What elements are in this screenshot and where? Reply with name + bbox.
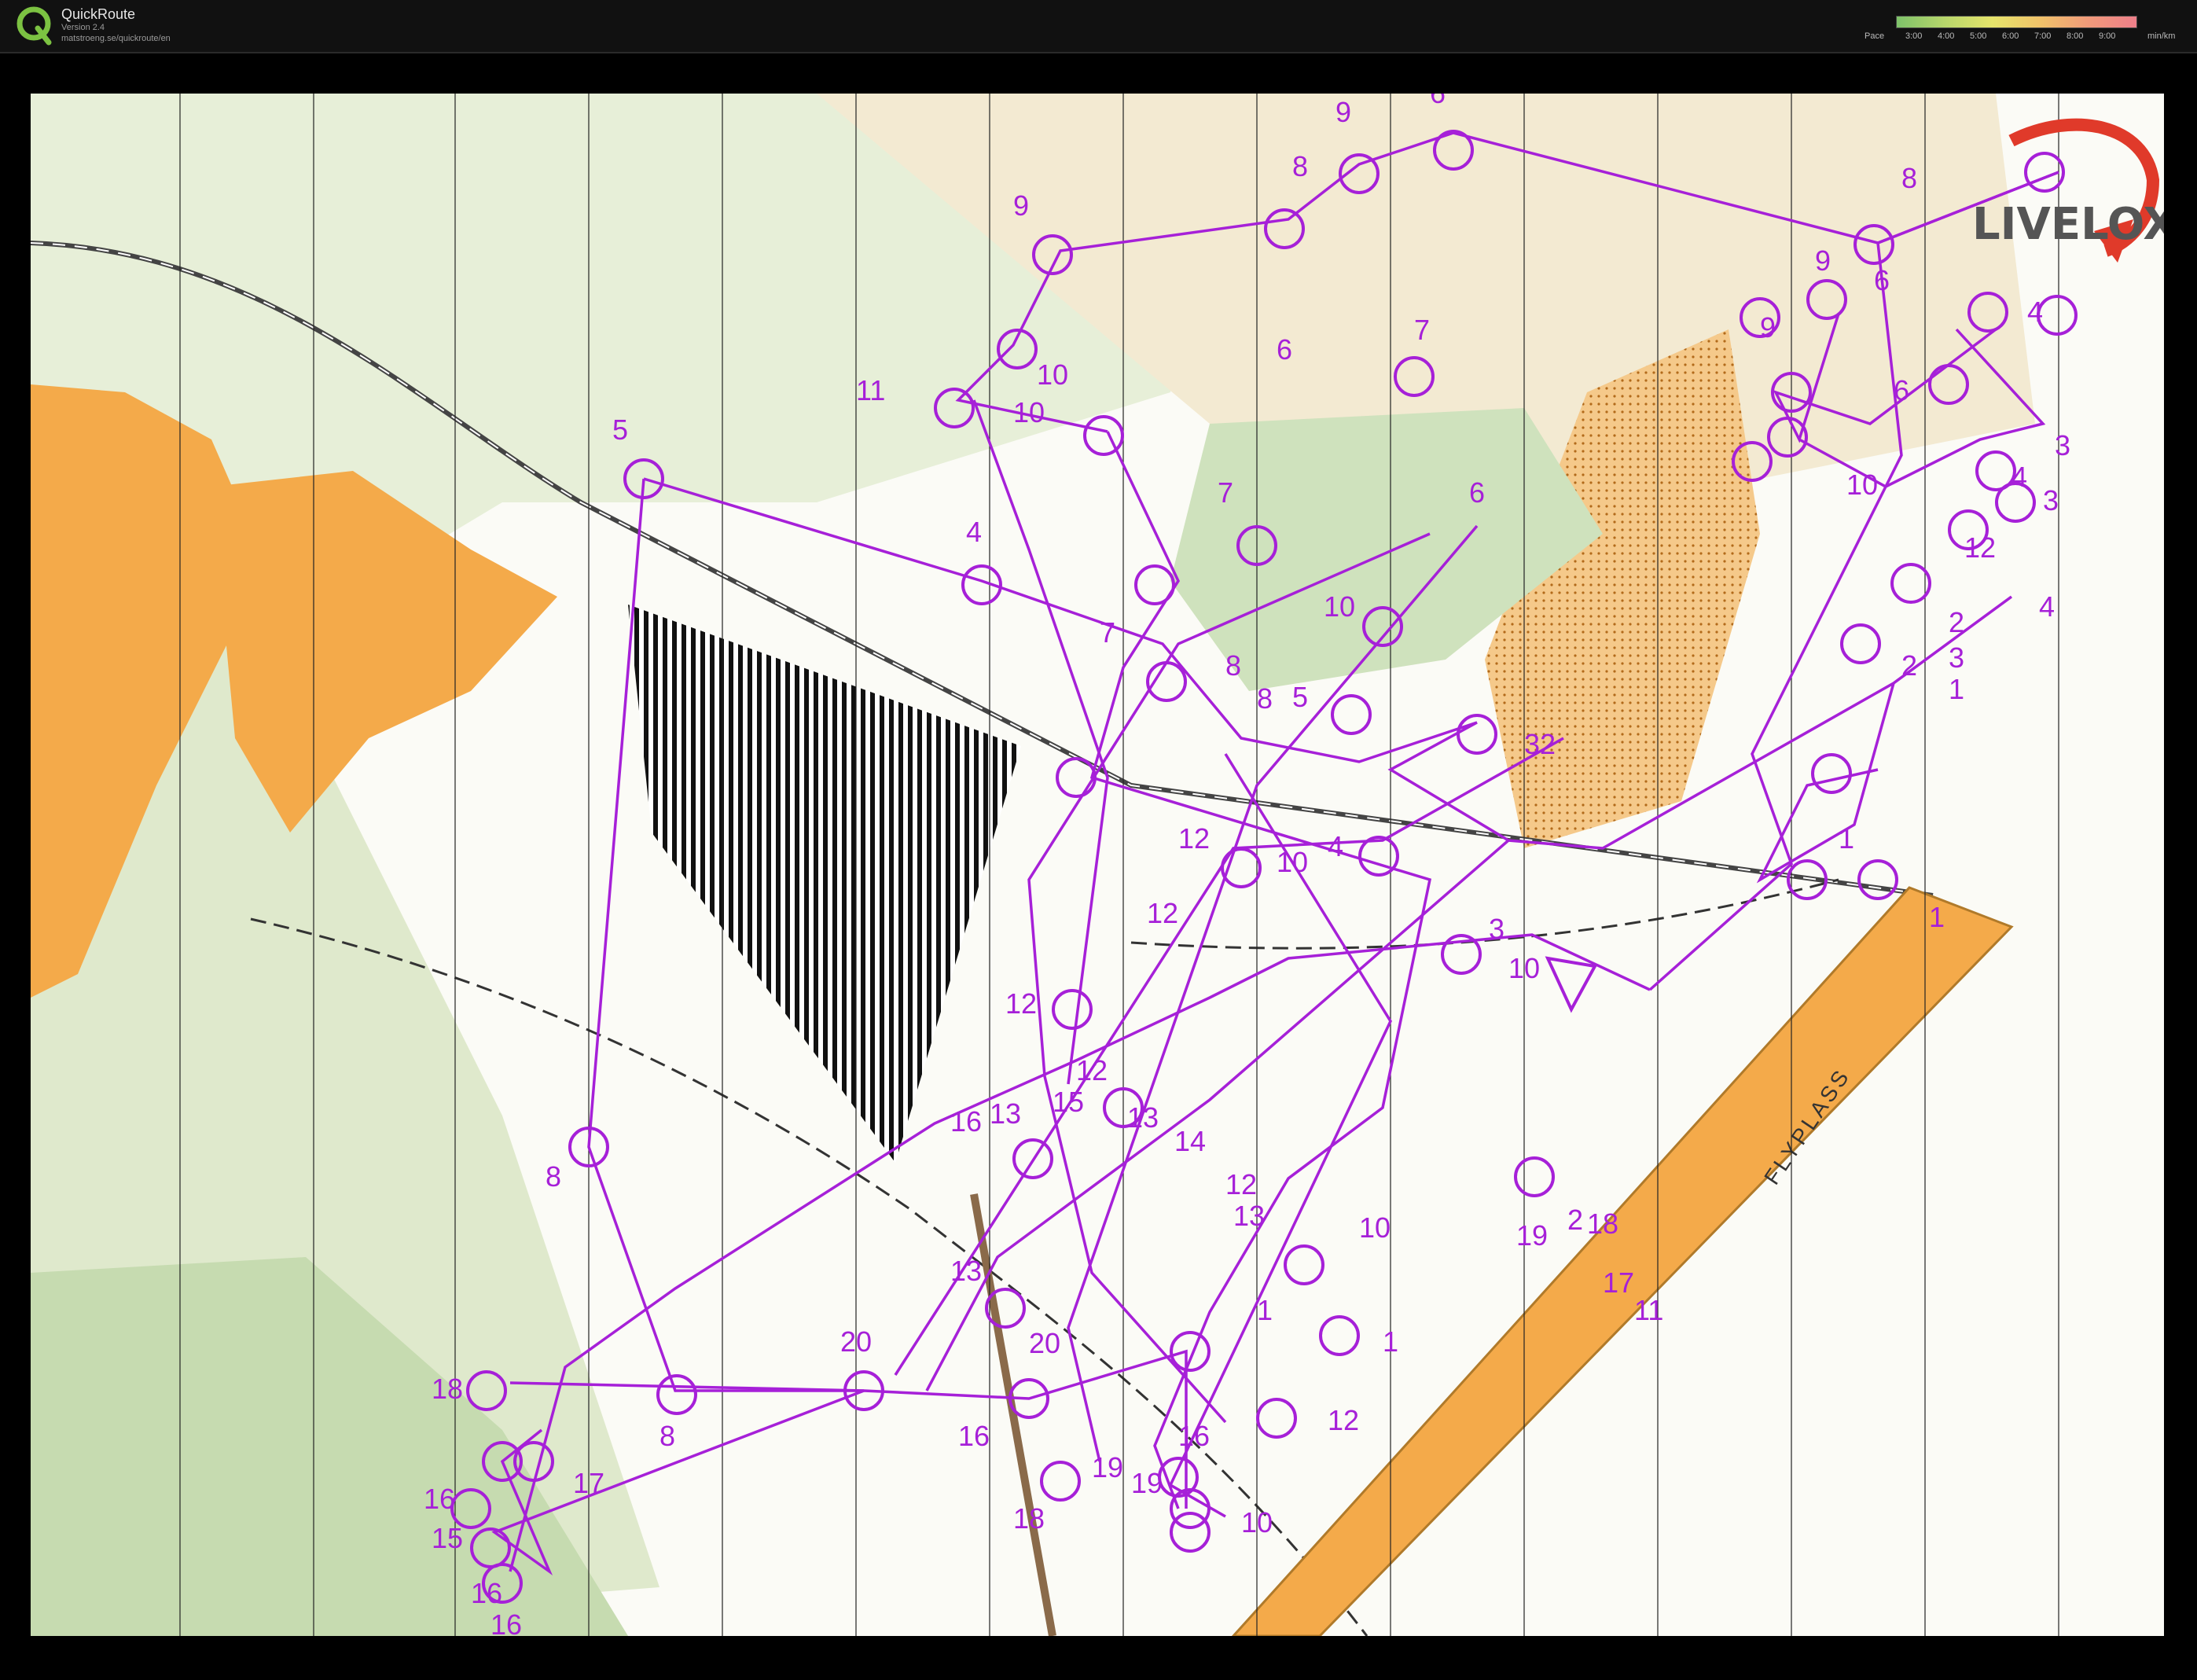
- pace-tick: 9:00: [2099, 31, 2116, 41]
- control-label: 13: [990, 1097, 1021, 1130]
- control-label: 14: [1174, 1125, 1206, 1157]
- control-label: 8: [1292, 150, 1308, 182]
- control-label: 12: [1964, 531, 1996, 564]
- control-label: 12: [1147, 897, 1178, 929]
- control-label: 9: [1335, 96, 1351, 128]
- control-label: 3: [2055, 429, 2070, 461]
- control-label: 11: [1634, 1294, 1663, 1326]
- control-label: 10: [1846, 469, 1878, 501]
- control-label: 9: [1013, 189, 1029, 222]
- control-label: 10: [1359, 1211, 1391, 1244]
- control-label: 6: [1894, 374, 1909, 406]
- control-label: 10: [1241, 1506, 1273, 1538]
- control-label: 2: [1901, 649, 1917, 682]
- control-label: 17: [1603, 1266, 1634, 1299]
- control-label: 6: [1469, 476, 1485, 509]
- control-label: 1: [1257, 1294, 1273, 1326]
- pace-tick: 7:00: [2034, 31, 2052, 41]
- app-url-link[interactable]: matstroeng.se/quickroute/en: [61, 34, 171, 43]
- control-label: 8: [1257, 682, 1273, 715]
- control-label: 15: [1053, 1086, 1084, 1118]
- control-label: 10: [1277, 846, 1308, 878]
- control-label: 12: [1005, 987, 1037, 1020]
- control-label: 3: [1489, 913, 1504, 945]
- pace-tick-row: 3:00 4:00 5:00 6:00 7:00 8:00 9:00: [1896, 31, 2136, 42]
- control-label: 19: [1092, 1451, 1123, 1483]
- livelox-watermark: LIVELOX: [1972, 199, 2164, 250]
- map-canvas[interactable]: FLYPLASS 9 8 9 10 11 10 5 4 7 7 7 6 6 10…: [31, 94, 2164, 1636]
- control-label: 16: [424, 1483, 455, 1515]
- control-label: 8: [1225, 649, 1241, 682]
- control-label: 15: [432, 1522, 463, 1554]
- control-label: 18: [1013, 1502, 1045, 1535]
- control-label: 16: [471, 1577, 502, 1609]
- app-version: Version 2.4: [61, 23, 105, 32]
- control-label: 20: [840, 1325, 872, 1358]
- control-label: 16: [490, 1608, 522, 1636]
- control-label: 16: [950, 1105, 982, 1138]
- control-label: 12: [1225, 1168, 1257, 1200]
- title-bar: QuickRoute Version 2.4 matstroeng.se/qui…: [0, 0, 2197, 53]
- quickroute-logo-icon: [17, 6, 52, 46]
- control-label: 10: [1013, 396, 1045, 428]
- orienteering-map[interactable]: FLYPLASS 9 8 9 10 11 10 5 4 7 7 7 6 6 10…: [31, 94, 2164, 1636]
- control-label: 1: [1383, 1325, 1398, 1358]
- control-label: 16: [1178, 1420, 1210, 1452]
- control-label: 13: [1127, 1101, 1159, 1134]
- control-label: 1: [1839, 822, 1854, 855]
- control-label: 7: [1218, 476, 1233, 509]
- control-label: 6: [1277, 333, 1292, 366]
- control-label: 4: [2039, 590, 2055, 623]
- control-label: 18: [432, 1373, 463, 1405]
- control-label: 3: [1949, 641, 1964, 674]
- control-label: 17: [573, 1467, 604, 1499]
- control-label: 4: [966, 516, 982, 548]
- control-label: 12: [1076, 1054, 1108, 1086]
- control-label: 32: [1524, 728, 1556, 760]
- control-label: 10: [1508, 952, 1540, 984]
- control-label: 16: [958, 1420, 990, 1452]
- control-label: 18: [1587, 1208, 1618, 1240]
- control-label: 10: [1037, 358, 1068, 391]
- control-label: 5: [612, 414, 628, 446]
- app-title: QuickRoute: [61, 6, 136, 22]
- control-label: 4: [1328, 830, 1343, 862]
- pace-tick: 6:00: [2002, 31, 2019, 41]
- control-label: 13: [1233, 1200, 1265, 1232]
- control-label: 8: [659, 1420, 675, 1452]
- control-label: 3: [2043, 484, 2059, 516]
- control-label: 20: [1029, 1327, 1060, 1359]
- control-label: 12: [1328, 1404, 1359, 1436]
- control-label: 19: [1131, 1467, 1163, 1499]
- control-label: 4: [2011, 461, 2027, 493]
- control-label: 19: [1516, 1219, 1548, 1252]
- pace-unit: min/km: [2147, 31, 2176, 41]
- control-label: 2: [1567, 1204, 1583, 1236]
- control-label: 1: [1929, 901, 1945, 933]
- pace-tick: 3:00: [1905, 31, 1923, 41]
- pace-label: Pace: [1865, 31, 1885, 41]
- pace-tick: 4:00: [1938, 31, 1955, 41]
- control-label: 8: [1901, 162, 1917, 194]
- control-label: 6: [1430, 94, 1446, 109]
- control-label: 11: [856, 374, 885, 406]
- control-label: 6: [1874, 264, 1890, 296]
- control-label: 8: [546, 1160, 561, 1193]
- pace-tick: 8:00: [2067, 31, 2084, 41]
- control-label: 2: [1949, 606, 1964, 638]
- control-label: 12: [1178, 822, 1210, 855]
- control-label: 4: [2027, 296, 2043, 328]
- control-label: 7: [1414, 314, 1430, 346]
- control-label: 13: [950, 1255, 982, 1287]
- control-label: 7: [1100, 616, 1115, 649]
- control-label: 9: [1815, 244, 1831, 277]
- pace-tick: 5:00: [1970, 31, 1987, 41]
- control-label: 10: [1324, 590, 1355, 623]
- control-label: 9: [1760, 311, 1776, 344]
- control-label: 5: [1292, 681, 1308, 713]
- control-label: 1: [1949, 673, 1964, 705]
- pace-color-scale: [1896, 16, 2137, 28]
